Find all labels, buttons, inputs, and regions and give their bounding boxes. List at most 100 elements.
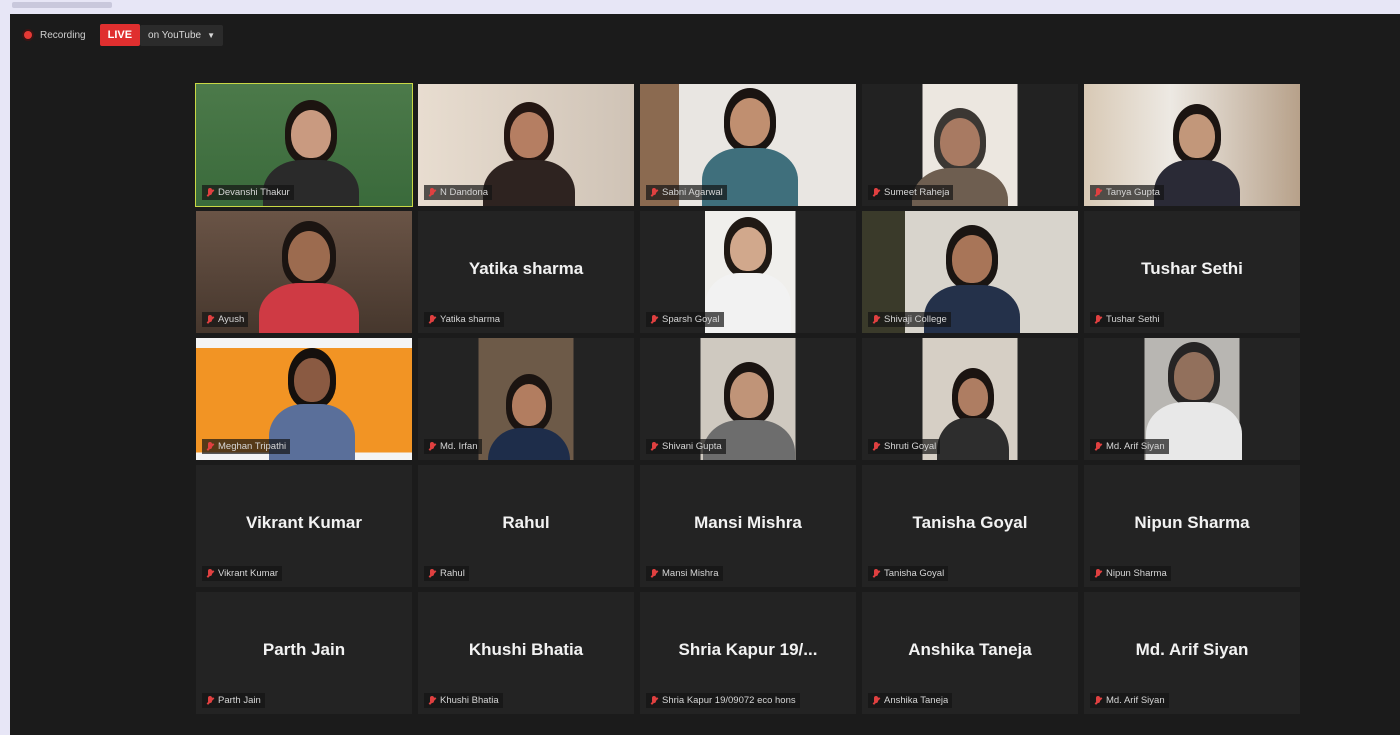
- person-head: [510, 112, 548, 158]
- participant-display-name: Mansi Mishra: [694, 513, 802, 532]
- participant-tile[interactable]: Nipun Sharma Nipun Sharma: [1084, 465, 1300, 587]
- muted-mic-icon: [1094, 314, 1102, 325]
- person-body: [937, 418, 1009, 460]
- participant-tile[interactable]: Shivani Gupta: [640, 338, 856, 460]
- caret-down-icon: ▼: [207, 30, 215, 40]
- muted-mic-icon: [650, 441, 658, 452]
- muted-mic-icon: [1094, 568, 1102, 579]
- live-badge[interactable]: LIVE: [99, 24, 141, 46]
- participant-tile[interactable]: Md. Arif Siyan: [1084, 338, 1300, 460]
- muted-mic-icon: [872, 187, 880, 198]
- participant-tile[interactable]: Sparsh Goyal: [640, 211, 856, 333]
- muted-mic-icon: [872, 568, 880, 579]
- participant-name: Mansi Mishra: [662, 568, 719, 579]
- muted-mic-icon: [206, 695, 214, 706]
- participant-name: Shria Kapur 19/09072 eco hons: [662, 695, 796, 706]
- muted-mic-icon: [428, 568, 436, 579]
- muted-mic-icon: [650, 314, 658, 325]
- person-head: [1179, 114, 1215, 158]
- participant-name-bar: Shria Kapur 19/09072 eco hons: [646, 693, 800, 708]
- participant-tile[interactable]: Sumeet Raheja: [862, 84, 1078, 206]
- participant-display-name: Tushar Sethi: [1141, 259, 1243, 278]
- stream-label: on YouTube: [148, 29, 202, 41]
- participant-tile[interactable]: Vikrant Kumar Vikrant Kumar: [196, 465, 412, 587]
- muted-mic-icon: [872, 314, 880, 325]
- participant-display-name: Md. Arif Siyan: [1135, 640, 1249, 659]
- participant-tile[interactable]: Khushi Bhatia Khushi Bhatia: [418, 592, 634, 714]
- participant-name-bar: Md. Arif Siyan: [1090, 693, 1169, 708]
- person-head: [730, 98, 770, 146]
- participant-name-bar: Shruti Goyal: [868, 439, 941, 454]
- participant-name: Ayush: [218, 314, 245, 325]
- participant-name-bar: Yatika sharma: [424, 312, 505, 327]
- participant-tile[interactable]: Anshika Taneja Anshika Taneja: [862, 592, 1078, 714]
- person-body: [488, 428, 570, 460]
- participant-display-name: Nipun Sharma: [1134, 513, 1250, 532]
- person-head: [952, 235, 992, 283]
- participant-tile[interactable]: Tanisha Goyal Tanisha Goyal: [862, 465, 1078, 587]
- participant-name-bar: Ayush: [202, 312, 249, 327]
- participant-tile[interactable]: Yatika sharma Yatika sharma: [418, 211, 634, 333]
- participant-name: Shruti Goyal: [884, 441, 937, 452]
- participant-name-bar: Md. Arif Siyan: [1090, 439, 1169, 454]
- participant-name: Yatika sharma: [440, 314, 501, 325]
- participant-name-bar: Tushar Sethi: [1090, 312, 1164, 327]
- participant-name: Md. Irfan: [440, 441, 478, 452]
- stream-dropdown[interactable]: on YouTube ▼: [140, 24, 223, 46]
- participant-name-bar: Tanisha Goyal: [868, 566, 949, 581]
- person-head: [940, 118, 980, 166]
- participant-display-name: Khushi Bhatia: [468, 640, 584, 659]
- muted-mic-icon: [206, 314, 214, 325]
- participant-tile[interactable]: Ayush: [196, 211, 412, 333]
- participant-name-bar: Devanshi Thakur: [202, 185, 294, 200]
- participant-tile[interactable]: Tushar Sethi Tushar Sethi: [1084, 211, 1300, 333]
- participant-tile[interactable]: Meghan Tripathi: [196, 338, 412, 460]
- muted-mic-icon: [428, 187, 436, 198]
- participant-name: Sabni Agarwal: [662, 187, 723, 198]
- participant-tile[interactable]: Shruti Goyal: [862, 338, 1078, 460]
- participant-display-name: Anshika Taneja: [908, 640, 1032, 659]
- participant-name: Parth Jain: [218, 695, 261, 706]
- participant-name: Md. Arif Siyan: [1106, 441, 1165, 452]
- participant-name-bar: Khushi Bhatia: [424, 693, 503, 708]
- person-body: [258, 283, 360, 333]
- participant-name: Tanisha Goyal: [884, 568, 945, 579]
- participant-tile[interactable]: Md. Arif Siyan Md. Arif Siyan: [1084, 592, 1300, 714]
- muted-mic-icon: [428, 695, 436, 706]
- participant-name: Shivani Gupta: [662, 441, 722, 452]
- participant-tile[interactable]: N Dandona: [418, 84, 634, 206]
- participant-tile[interactable]: Mansi Mishra Mansi Mishra: [640, 465, 856, 587]
- participant-tile[interactable]: Rahul Rahul: [418, 465, 634, 587]
- person-head: [958, 378, 988, 416]
- participant-tile[interactable]: Tanya Gupta: [1084, 84, 1300, 206]
- participant-name-bar: Parth Jain: [202, 693, 265, 708]
- participant-name: Devanshi Thakur: [218, 187, 290, 198]
- participant-tile[interactable]: Shivaji College: [862, 211, 1078, 333]
- participant-tile[interactable]: Parth Jain Parth Jain: [196, 592, 412, 714]
- participant-name: Sparsh Goyal: [662, 314, 720, 325]
- participant-display-name: Parth Jain: [262, 640, 346, 659]
- participant-name-bar: Shivaji College: [868, 312, 951, 327]
- participant-name-bar: Md. Irfan: [424, 439, 482, 454]
- participant-name: Rahul: [440, 568, 465, 579]
- participant-name: Khushi Bhatia: [440, 695, 499, 706]
- muted-mic-icon: [428, 314, 436, 325]
- participant-name: Meghan Tripathi: [218, 441, 287, 452]
- participant-tile[interactable]: Md. Irfan: [418, 338, 634, 460]
- participant-tile[interactable]: Devanshi Thakur: [195, 83, 413, 207]
- person-head: [730, 227, 766, 271]
- participant-name: Vikrant Kumar: [218, 568, 279, 579]
- participant-name: Nipun Sharma: [1106, 568, 1167, 579]
- participant-name: Sumeet Raheja: [884, 187, 950, 198]
- record-icon: [24, 31, 32, 39]
- participant-tile[interactable]: Shria Kapur 19/... Shria Kapur 19/09072 e…: [640, 592, 856, 714]
- participant-name-bar: Sabni Agarwal: [646, 185, 727, 200]
- person-head: [294, 358, 330, 402]
- participant-name-bar: Sparsh Goyal: [646, 312, 724, 327]
- participant-tile[interactable]: Sabni Agarwal: [640, 84, 856, 206]
- participant-display-name: Tanisha Goyal: [912, 513, 1028, 532]
- person-head: [288, 231, 330, 281]
- participant-display-name: Vikrant Kumar: [246, 513, 362, 532]
- person-body: [483, 160, 575, 206]
- person-head: [291, 110, 331, 158]
